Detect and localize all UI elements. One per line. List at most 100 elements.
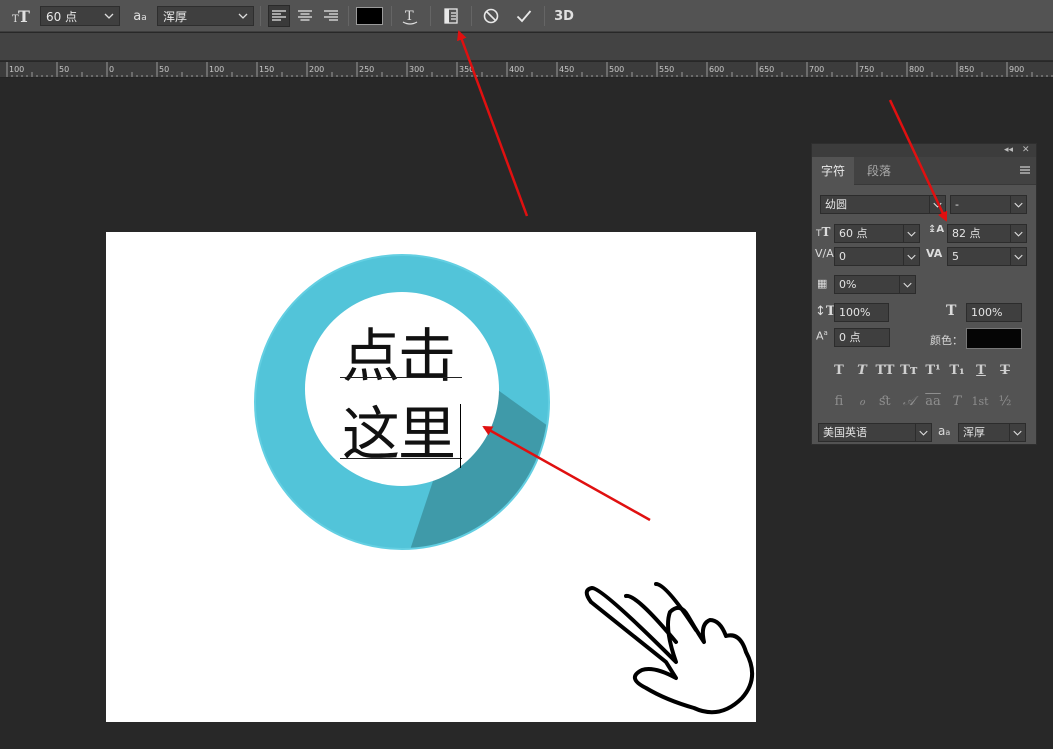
ruler-label: 200 [309, 65, 324, 74]
titling-alternates-button[interactable]: T [946, 393, 968, 411]
panel-tabs: 字符 段落 [812, 157, 1036, 185]
hand-pointer-icon [584, 582, 754, 715]
panel-antialias-select[interactable]: 浑厚 [958, 423, 1026, 442]
font-family-select[interactable]: 幼圆 [820, 195, 946, 214]
character-panel-icon [444, 8, 458, 24]
separator [260, 6, 261, 26]
horizontal-scale-field[interactable]: 100% [966, 303, 1022, 322]
faux-bold-button[interactable]: T [828, 362, 850, 380]
font-size-icon: TT [816, 225, 831, 239]
faux-italic-button[interactable]: T [851, 362, 873, 380]
contextual-alternates-button[interactable]: ℴ [851, 393, 873, 411]
swash-button[interactable]: 𝒜 [898, 393, 920, 411]
warp-text-button[interactable]: T [398, 4, 422, 28]
ruler-label: 500 [609, 65, 624, 74]
stylistic-alternates-button[interactable]: aa [922, 393, 944, 411]
subscript-button[interactable]: T₁ [946, 362, 968, 380]
commit-button[interactable] [512, 4, 536, 28]
chevron-down-icon [104, 13, 114, 19]
ruler-ticks: 100 50 0 50 100 150 200 250 300 350 400 450 500 550 60… [6, 62, 1053, 77]
ruler-label: 900 [1009, 65, 1024, 74]
tab-paragraph[interactable]: 段落 [858, 157, 900, 185]
separator [348, 6, 349, 26]
small-caps-button[interactable]: Tт [898, 362, 920, 380]
antialias-select[interactable]: 浑厚 [157, 6, 254, 26]
leading-field[interactable]: 82 点 [947, 224, 1027, 243]
chevron-down-icon [1010, 196, 1023, 213]
ruler-label: 350 [459, 65, 474, 74]
3d-label: 3D [554, 8, 574, 24]
kerning-field[interactable]: 0 [834, 247, 920, 266]
ordinals-button[interactable]: 1st [969, 393, 991, 411]
align-right-button[interactable] [320, 5, 342, 27]
language-select[interactable]: 美国英语 [818, 423, 932, 442]
text-line-2[interactable]: 这里 [342, 405, 456, 463]
font-size-select[interactable]: 60 点 [40, 6, 120, 26]
ruler-label: 100 [9, 65, 24, 74]
text-color-field[interactable] [966, 328, 1022, 349]
align-left-icon [272, 10, 286, 21]
chevron-down-icon [1010, 248, 1023, 265]
chevron-down-icon [1010, 225, 1023, 242]
tsume-icon: ▦ [817, 277, 828, 290]
ruler-label: 550 [659, 65, 674, 74]
toggle-panels-button[interactable] [439, 4, 463, 28]
horizontal-scale-icon: T [946, 303, 957, 319]
baseline-shift-field[interactable]: 0 点 [834, 328, 890, 347]
cancel-button[interactable] [479, 4, 503, 28]
collapse-icon[interactable]: ◂◂ [1004, 145, 1013, 155]
chevron-down-icon [238, 13, 248, 19]
vertical-scale-field[interactable]: 100% [834, 303, 889, 322]
font-size-field[interactable]: 60 点 [834, 224, 920, 243]
chevron-down-icon [903, 225, 916, 242]
document-canvas[interactable]: 点击 这里 [106, 232, 756, 722]
panel-menu-icon[interactable] [1020, 165, 1030, 175]
separator [391, 6, 392, 26]
strikethrough-button[interactable]: T [994, 362, 1016, 380]
separator [430, 6, 431, 26]
cancel-icon [483, 8, 499, 24]
panel-header: ◂◂ ✕ [812, 144, 1036, 157]
document-tab-strip [0, 33, 1053, 61]
text-color-swatch[interactable] [356, 7, 383, 25]
chevron-down-icon [929, 196, 942, 213]
align-center-icon [298, 10, 312, 21]
ruler-label: 750 [859, 65, 874, 74]
ruler-label: 400 [509, 65, 524, 74]
close-icon[interactable]: ✕ [1022, 145, 1030, 155]
text-caret [460, 404, 461, 468]
standard-ligatures-button[interactable]: ﬁ [828, 393, 850, 411]
all-caps-button[interactable]: TT [874, 362, 896, 380]
ruler-label: 850 [959, 65, 974, 74]
ruler-label: 600 [709, 65, 724, 74]
tracking-field[interactable]: 5 [947, 247, 1027, 266]
text-baseline [340, 458, 462, 459]
antialias-value: 浑厚 [163, 9, 188, 24]
horizontal-ruler[interactable]: 100 50 0 50 100 150 200 250 300 350 400 450 500 550 60… [0, 62, 1053, 78]
ruler-label: 450 [559, 65, 574, 74]
tab-character[interactable]: 字符 [812, 157, 855, 185]
text-baseline [340, 377, 462, 378]
color-label: 颜色： [930, 334, 963, 347]
underline-button[interactable]: T [970, 362, 992, 380]
text-orientation-icon[interactable]: TT [10, 4, 34, 28]
fractions-button[interactable]: ½ [994, 393, 1016, 411]
ruler-label: 700 [809, 65, 824, 74]
3d-button[interactable]: 3D [552, 4, 576, 28]
ruler-label: 50 [59, 65, 69, 74]
align-left-button[interactable] [268, 5, 290, 27]
align-center-button[interactable] [294, 5, 316, 27]
svg-text:T: T [405, 9, 414, 24]
chevron-down-icon [1009, 424, 1022, 441]
chevron-down-icon [915, 424, 928, 441]
check-icon [516, 10, 532, 23]
tsume-field[interactable]: 0% [834, 275, 916, 294]
ruler-label: 800 [909, 65, 924, 74]
leading-icon: ↨A [928, 224, 945, 235]
antialias-icon: aa [938, 424, 951, 438]
font-style-select[interactable]: - [950, 195, 1027, 214]
discretionary-ligatures-button[interactable]: ﬆ [874, 393, 896, 411]
antialias-icon: aa [133, 8, 147, 24]
superscript-button[interactable]: T¹ [922, 362, 944, 380]
align-right-icon [324, 10, 338, 21]
